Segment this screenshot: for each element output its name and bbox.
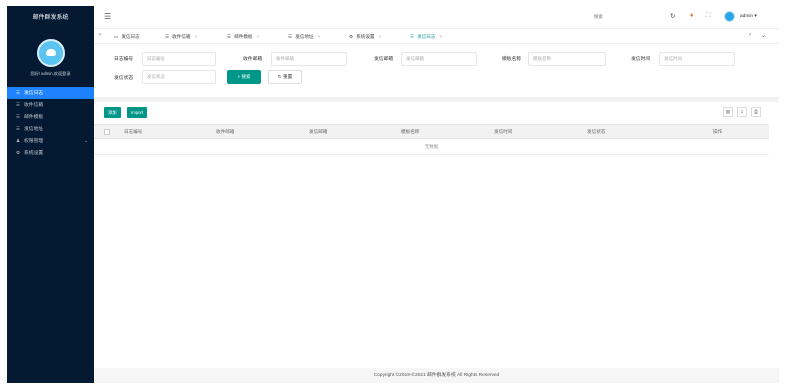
tab-label: 邮件模板 <box>234 34 253 39</box>
app-title: 邮件群发系统 <box>32 15 69 21</box>
sidebar-item-settings[interactable]: ⚙ 系统设置 <box>7 147 94 159</box>
fullscreen-icon[interactable]: ⛶ <box>706 12 711 20</box>
close-icon[interactable]: × <box>379 34 382 39</box>
tabs-next-icon[interactable]: › <box>749 32 751 38</box>
send-time-input[interactable]: 发信时间 <box>659 52 735 66</box>
sidebar-item-label: 邮件模板 <box>24 115 44 120</box>
sidebar-item-inbox[interactable]: ☰ 收件信箱 <box>7 99 94 111</box>
import-button[interactable]: Import <box>127 107 148 118</box>
list-icon: ☰ <box>288 34 293 39</box>
template-input[interactable]: 模板名称 <box>528 52 606 66</box>
list-icon: ☰ <box>16 102 21 107</box>
empty-state: 无数据 <box>94 139 769 155</box>
chevron-down-icon: ⌄ <box>84 138 88 143</box>
sidebar-item-label: 收件信箱 <box>24 103 44 108</box>
tab-bar: ‹ ▭ 发信日志 ☰ 收件信箱 × ☰ 邮件模板 × ☰ 发信地址 × ⚙ 系统设置 × ☰ 发信日… <box>94 28 779 44</box>
close-icon[interactable]: × <box>440 34 443 39</box>
reset-label: 重置 <box>282 74 293 79</box>
status-input[interactable]: 发信状态 <box>142 70 216 84</box>
close-icon[interactable]: × <box>318 34 321 39</box>
column-header[interactable]: 收件邮箱 <box>216 129 234 135</box>
tab-label: 发信日志 <box>417 34 436 39</box>
column-header: 操作 <box>713 129 723 134</box>
gear-icon: ⚙ <box>16 150 21 155</box>
sidebar-item-label: 发信日志 <box>24 91 44 96</box>
gear-icon: ⚙ <box>349 34 354 39</box>
from-mail-input[interactable]: 发信邮箱 <box>401 52 477 66</box>
refresh-icon: ↻ <box>277 74 282 79</box>
close-icon[interactable]: × <box>195 34 198 39</box>
export-icon[interactable]: ⇩ <box>737 107 747 117</box>
to-mail-input[interactable]: 收件邮箱 <box>271 52 347 66</box>
column-header[interactable]: 发信时间 <box>494 129 512 135</box>
monitor-icon: ▭ <box>114 34 119 39</box>
reset-button[interactable]: ↻ 重置 <box>268 70 302 84</box>
users-icon: ♟ <box>16 138 21 143</box>
to-mail-label: 收件邮箱 <box>243 57 263 62</box>
close-icon[interactable]: × <box>257 34 260 39</box>
list-icon: ☰ <box>16 114 21 119</box>
select-all-checkbox[interactable] <box>104 129 110 135</box>
list-icon: ☰ <box>410 34 415 39</box>
column-header[interactable]: 日志编号 <box>124 129 142 135</box>
list-icon: ☰ <box>227 34 232 39</box>
sidebar: 邮件群发系统 您好! admin,欢迎登录 ☰ 发信日志 ☰ 收件信箱 ☰ 邮件模板 … <box>7 6 94 383</box>
sidebar-item-send-address[interactable]: ☰ 发信地址 <box>7 123 94 135</box>
template-label: 模板名称 <box>502 57 522 62</box>
top-search[interactable]: 搜索 <box>594 14 603 20</box>
sidebar-item-label: 系统设置 <box>24 151 44 156</box>
notification-icon[interactable]: ♦ <box>690 12 693 19</box>
user-avatar[interactable] <box>724 11 735 22</box>
search-icon: ⌕ <box>237 74 241 79</box>
column-header[interactable]: 发信状态 <box>587 129 605 135</box>
username: admin <box>740 14 754 19</box>
tab-inbox[interactable]: ☰ 收件信箱 × <box>165 32 197 42</box>
log-no-label: 日志编号 <box>114 57 134 62</box>
filter-form: 日志编号 日志编号 收件邮箱 收件邮箱 发信邮箱 发信邮箱 模板名称 模板名称 … <box>94 44 779 97</box>
tab-send-log[interactable]: ☰ 发信日志 × <box>410 32 442 42</box>
user-menu[interactable]: admin ▾ <box>740 14 757 19</box>
tab-send-address[interactable]: ☰ 发信地址 × <box>288 32 320 42</box>
column-header[interactable]: 发信邮箱 <box>309 129 327 135</box>
list-icon: ☰ <box>165 34 170 39</box>
table-panel: 添加 Import ▥ ⇩ ⎙ 日志编号 收件邮箱 发信邮箱 模板名称 发信时间… <box>94 102 779 374</box>
welcome-text: 您好! admin,欢迎登录 <box>30 71 71 76</box>
caret-down-icon: ▾ <box>754 14 757 19</box>
tab-label: 系统设置 <box>356 34 375 39</box>
list-icon: ☰ <box>16 126 21 131</box>
tab-templates[interactable]: ☰ 邮件模板 × <box>227 32 259 42</box>
list-icon: ☰ <box>16 90 21 95</box>
columns-icon[interactable]: ▥ <box>723 107 733 117</box>
sidebar-item-label: 发信地址 <box>24 127 44 132</box>
refresh-icon[interactable]: ↻ <box>670 12 675 20</box>
tab-label: 收件信箱 <box>172 34 191 39</box>
footer: Copyright ©2019-©2021 邮件群发系统 All Rights … <box>94 368 779 383</box>
add-button[interactable]: 添加 <box>104 107 121 118</box>
tab-settings[interactable]: ⚙ 系统设置 × <box>349 32 381 42</box>
chevron-down-icon[interactable]: ⌄ <box>761 32 766 39</box>
log-no-input[interactable]: 日志编号 <box>142 52 216 66</box>
search-button[interactable]: ⌕ 搜索 <box>227 70 261 84</box>
status-label: 发信状态 <box>114 76 134 81</box>
search-label: 搜索 <box>241 74 251 79</box>
tabs-prev-icon[interactable]: ‹ <box>99 32 101 38</box>
tab-label: 发信日志 <box>121 34 140 39</box>
from-mail-label: 发信邮箱 <box>374 57 394 62</box>
column-header[interactable]: 模板名称 <box>401 129 419 135</box>
sidebar-item-label: 权限管理 <box>24 139 44 144</box>
send-time-label: 发信时间 <box>631 57 651 62</box>
menu-toggle-icon[interactable]: ☰ <box>104 12 111 21</box>
tab-label: 发信地址 <box>295 34 314 39</box>
table-header: 日志编号 收件邮箱 发信邮箱 模板名称 发信时间 发信状态 操作 <box>94 124 769 139</box>
avatar[interactable] <box>36 39 65 67</box>
sidebar-item-send-log[interactable]: ☰ 发信日志 <box>7 87 94 99</box>
sidebar-item-templates[interactable]: ☰ 邮件模板 <box>7 111 94 123</box>
tab-send-log-home[interactable]: ▭ 发信日志 <box>114 32 140 42</box>
top-bar: ☰ 搜索 ↻ ♦ ⛶ admin ▾ <box>94 6 779 28</box>
print-icon[interactable]: ⎙ <box>751 107 761 117</box>
sidebar-item-permissions[interactable]: ♟ 权限管理 ⌄ <box>7 135 94 147</box>
